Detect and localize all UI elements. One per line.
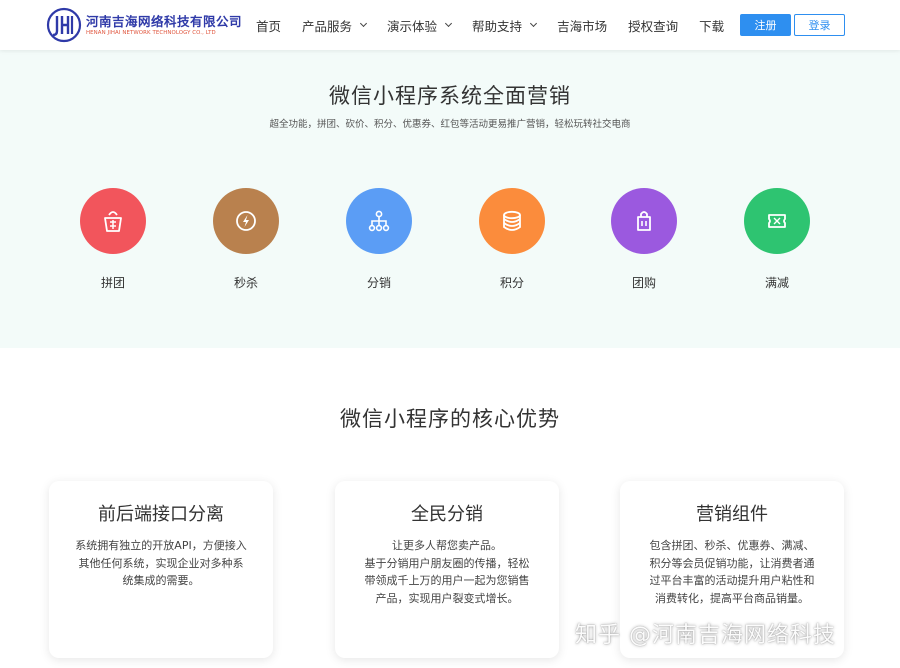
feature-group-purchase[interactable]: 团购: [599, 188, 689, 291]
card-text-line: 带领成千上万的用户一起为您销售: [364, 574, 530, 587]
network-tree-icon: [368, 210, 390, 232]
hero-title: 微信小程序系统全面营销: [329, 84, 571, 108]
register-button[interactable]: 注册: [740, 14, 791, 36]
feature-discount[interactable]: 满减: [732, 188, 822, 291]
feature-icon-circle: [80, 188, 146, 254]
chevron-down-icon: [445, 19, 453, 28]
nav-products[interactable]: 产品服务: [302, 16, 368, 35]
coin-stack-icon: [503, 210, 521, 231]
feature-distribution[interactable]: 分销: [334, 188, 424, 291]
nav-home[interactable]: 首页: [256, 16, 281, 35]
company-logo[interactable]: 河南吉海网络科技有限公司 HENAN JIHAI NETWORK TECHNOL…: [46, 7, 246, 45]
nav-label: 帮助支持: [472, 18, 523, 34]
feature-flash-sale[interactable]: 秒杀: [201, 188, 291, 291]
card-text: 系统拥有独立的开放API，方便接入 其他任何系统，实现企业对多种系 统集成的需要…: [66, 537, 256, 590]
login-button[interactable]: 登录: [794, 14, 845, 36]
lightning-icon: [236, 211, 256, 231]
nav-help[interactable]: 帮助支持: [472, 16, 538, 35]
card-text-line: 积分等会员促销功能，让消费者通: [649, 556, 815, 570]
site-header: 河南吉海网络科技有限公司 HENAN JIHAI NETWORK TECHNOL…: [0, 0, 900, 50]
advantages-title: 微信小程序的核心优势: [340, 407, 560, 431]
card-text-line: 产品，实现用户裂变式增长。: [375, 591, 519, 605]
hero-subtitle: 超全功能，拼团、砍价、积分、优惠券、红包等活动更易推广营销，轻松玩转社交电商: [269, 119, 631, 130]
nav-license-query[interactable]: 授权查询: [628, 16, 678, 35]
card-title: 前后端接口分离: [98, 504, 224, 525]
feature-points[interactable]: 积分: [467, 188, 557, 291]
card-title: 全民分销: [411, 504, 483, 525]
feature-label: 拼团: [100, 276, 125, 290]
card-text-line: 让更多人帮您卖产品。: [392, 539, 502, 552]
nav-download[interactable]: 下载: [699, 16, 724, 35]
nav-label: 吉海市场: [557, 18, 608, 34]
feature-label: 秒杀: [233, 276, 258, 290]
group-buy-bag-icon: [104, 211, 122, 232]
main-nav: 首页 产品服务 演示体验 帮助支持 吉海市场 授权查询 下载: [256, 0, 745, 50]
nav-market[interactable]: 吉海市场: [557, 16, 607, 35]
ticket-icon: [768, 214, 786, 228]
feature-icon-circle: [744, 188, 810, 254]
feature-icon-circle: [611, 188, 677, 254]
nav-label: 下载: [699, 18, 725, 34]
jh-logo-icon: [46, 7, 82, 43]
chevron-down-icon: [359, 19, 368, 28]
feature-icon-circle: [213, 188, 279, 254]
card-text-line: 系统拥有独立的开放API，方便接入: [75, 539, 247, 552]
nav-label: 演示体验: [387, 18, 438, 34]
advantage-card-api: 前后端接口分离 系统拥有独立的开放API，方便接入 其他任何系统，实现企业对多种…: [49, 481, 273, 658]
nav-label: 授权查询: [628, 18, 679, 34]
company-name-en: HENAN JIHAI NETWORK TECHNOLOGY CO., LTD: [86, 30, 216, 36]
feature-label: 分销: [366, 276, 391, 290]
advantage-card-distribution: 全民分销 让更多人帮您卖产品。 基于分销用户朋友圈的传播，轻松 带领成千上万的用…: [335, 481, 559, 658]
card-text-line: 消费转化，提高平台商品销量。: [655, 591, 809, 605]
feature-icon-circle: [479, 188, 545, 254]
feature-group-buy[interactable]: 拼团: [68, 188, 158, 291]
card-text-line: 统集成的需要。: [122, 574, 200, 587]
card-text: 让更多人帮您卖产品。 基于分销用户朋友圈的传播，轻松 带领成千上万的用户一起为您…: [352, 537, 542, 607]
feature-label: 满减: [764, 276, 789, 290]
company-name: 河南吉海网络科技有限公司: [86, 14, 243, 29]
card-text-line: 其他任何系统，实现企业对多种系: [78, 556, 244, 570]
shopping-bag-icon: [637, 211, 651, 231]
card-text: 包含拼团、秒杀、优惠券、满减、 积分等会员促销功能，让消费者通 过平台丰富的活动…: [637, 537, 827, 607]
nav-label: 首页: [256, 18, 282, 34]
hero-section: 微信小程序系统全面营销 超全功能，拼团、砍价、积分、优惠券、红包等活动更易推广营…: [0, 50, 900, 348]
card-text-line: 包含拼团、秒杀、优惠券、满减、: [649, 539, 815, 552]
card-text-line: 基于分销用户朋友圈的传播，轻松: [364, 556, 530, 570]
chevron-down-icon: [530, 19, 538, 28]
nav-demo[interactable]: 演示体验: [387, 16, 453, 35]
feature-label: 积分: [499, 276, 524, 290]
nav-label: 产品服务: [302, 18, 353, 34]
feature-icon-circle: [346, 188, 412, 254]
feature-label: 团购: [631, 276, 656, 290]
feature-list: 拼团 秒杀 分销 积分 团购 满减: [0, 188, 900, 298]
card-text-line: 过平台丰富的活动提升用户粘性和: [649, 574, 815, 587]
card-title: 营销组件: [696, 504, 768, 525]
zhihu-watermark: 知乎 @河南吉海网络科技: [575, 623, 836, 648]
